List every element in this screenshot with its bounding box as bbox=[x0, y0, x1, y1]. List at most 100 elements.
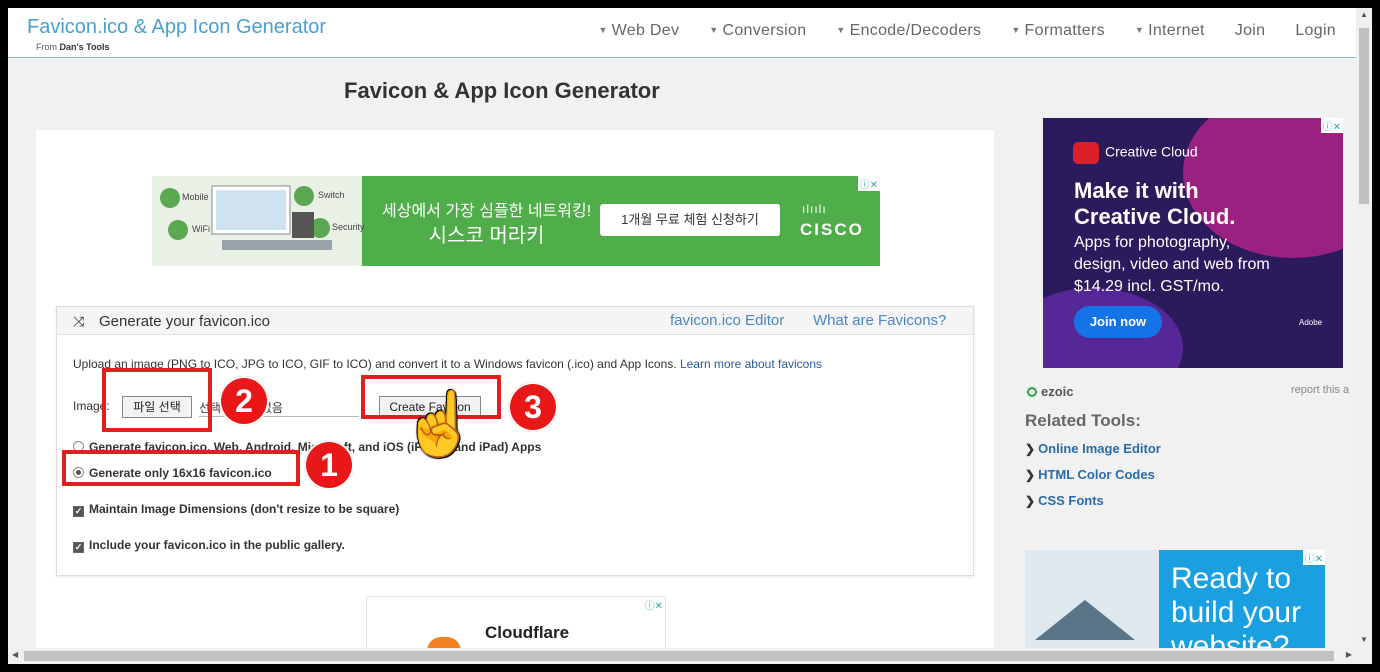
ad-line2: 시스코 머라키 bbox=[428, 225, 545, 247]
creative-cloud-icon bbox=[1073, 142, 1099, 164]
learn-more-link[interactable]: Learn more about favicons bbox=[680, 357, 822, 371]
chevron-right-icon: ❯ bbox=[1025, 442, 1036, 456]
caret-down-icon: ▼ bbox=[598, 25, 608, 35]
brand-subtitle: From Dan's Tools bbox=[36, 42, 110, 52]
site-header: Favicon.ico & App Icon Generator From Da… bbox=[8, 8, 1356, 58]
caret-down-icon: ▼ bbox=[1134, 25, 1145, 35]
cisco-bars-icon: ılıılı bbox=[802, 202, 827, 216]
checkbox-maintain[interactable]: ✓ bbox=[73, 506, 84, 517]
ad-category-wifi: WiFi bbox=[192, 224, 210, 234]
related-label: Online Image Editor bbox=[1038, 441, 1161, 456]
mountain-shape bbox=[1035, 600, 1135, 640]
annotation-box-16x16 bbox=[62, 450, 300, 486]
ad-close-icon[interactable]: ⓘ✕ bbox=[1302, 550, 1325, 565]
ad-build-line2: build your bbox=[1171, 596, 1302, 629]
brand-sub-name[interactable]: Dan's Tools bbox=[60, 42, 110, 52]
ad-close-icon[interactable]: ⓘ✕ bbox=[642, 597, 665, 612]
nav-label: Web Dev bbox=[611, 22, 680, 39]
scroll-thumb[interactable] bbox=[24, 651, 1334, 661]
scroll-left-icon[interactable]: ◀ bbox=[12, 650, 18, 659]
vertical-scrollbar[interactable]: ▲ ▼ bbox=[1356, 8, 1372, 648]
option-gallery-label: Include your favicon.ico in the public g… bbox=[89, 538, 345, 552]
related-label: HTML Color Codes bbox=[1038, 467, 1155, 482]
what-are-favicons-link[interactable]: What are Favicons? bbox=[813, 312, 946, 329]
ad-product-illustration: Mobile Switch WiFi Security bbox=[152, 176, 365, 266]
page-title: Favicon & App Icon Generator bbox=[344, 78, 660, 103]
nav-label: Conversion bbox=[722, 22, 807, 39]
ad-build-copy: Ready to build your website? bbox=[1171, 562, 1301, 650]
ad-close-icon[interactable]: ⓘ✕ bbox=[1320, 118, 1343, 133]
report-ad-link[interactable]: report this a bbox=[1291, 384, 1349, 396]
join-now-button[interactable]: Join now bbox=[1074, 306, 1162, 338]
cc-body-line2: design, video and web from bbox=[1074, 256, 1270, 273]
cc-body: Apps for photography, design, video and … bbox=[1074, 232, 1270, 298]
pointer-hand-icon: ☝ bbox=[401, 390, 479, 459]
related-css-fonts[interactable]: ❯ CSS Fonts bbox=[1025, 493, 1104, 508]
mountain-photo bbox=[1025, 550, 1159, 650]
option-maintain-label: Maintain Image Dimensions (don't resize … bbox=[89, 502, 400, 516]
scroll-up-icon[interactable]: ▲ bbox=[1360, 10, 1368, 19]
nav-login[interactable]: Login bbox=[1295, 22, 1336, 40]
caret-down-icon: ▼ bbox=[1011, 25, 1021, 35]
annotation-box-file-select bbox=[102, 368, 212, 432]
nav-encode-decoders[interactable]: ▼ Encode/Decoders bbox=[836, 22, 981, 40]
nav-join[interactable]: Join bbox=[1235, 22, 1266, 40]
related-html-color-codes[interactable]: ❯ HTML Color Codes bbox=[1025, 467, 1155, 482]
creative-cloud-ad[interactable]: Creative Cloud Make it with Creative Clo… bbox=[1043, 118, 1343, 368]
site-logo[interactable]: Favicon.ico & App Icon Generator bbox=[27, 16, 326, 39]
nav-label: Internet bbox=[1148, 22, 1205, 39]
ad-category-switch: Switch bbox=[318, 190, 345, 200]
option-public-gallery[interactable]: ✓ Include your favicon.ico in the public … bbox=[73, 538, 345, 553]
ad-build-line1: Ready to bbox=[1171, 562, 1292, 595]
main-nav: ▼ Web Dev ▼ Conversion ▼ Encode/Decoders ▼ F… bbox=[568, 22, 1336, 40]
ezoic-icon bbox=[1027, 387, 1037, 397]
cisco-logo: CISCO bbox=[800, 220, 864, 239]
ezoic-badge[interactable]: ezoic bbox=[1027, 384, 1074, 399]
ad-build-line3: website? bbox=[1171, 630, 1290, 650]
nav-label: Formatters bbox=[1024, 22, 1105, 39]
cc-headline-line2: Creative Cloud. bbox=[1074, 204, 1236, 229]
website-builder-ad[interactable]: Ready to build your website? ⓘ✕ bbox=[1025, 550, 1325, 650]
creative-cloud-brand: Creative Cloud bbox=[1073, 142, 1198, 164]
brand-sub-prefix: From bbox=[36, 42, 57, 52]
cc-body-line1: Apps for photography, bbox=[1074, 234, 1231, 251]
scroll-thumb[interactable] bbox=[1359, 28, 1369, 204]
cloudflare-ad[interactable]: Cloudflare ⓘ✕ bbox=[366, 596, 666, 657]
nav-internet[interactable]: ▼ Internet bbox=[1135, 22, 1205, 40]
cc-headline: Make it with Creative Cloud. bbox=[1074, 178, 1235, 230]
related-online-image-editor[interactable]: ❯ Online Image Editor bbox=[1025, 441, 1161, 456]
ad-category-security: Security bbox=[332, 222, 365, 232]
ad-copy: 세상에서 가장 심플한 네트워킹! 시스코 머라키 bbox=[382, 200, 591, 248]
favicon-editor-link[interactable]: favicon.ico Editor bbox=[670, 312, 784, 329]
nav-label: Encode/Decoders bbox=[849, 22, 982, 39]
generator-header: ⤨ Generate your favicon.ico favicon.ico … bbox=[57, 307, 973, 335]
scroll-down-icon[interactable]: ▼ bbox=[1360, 635, 1368, 644]
option-maintain-dimensions[interactable]: ✓ Maintain Image Dimensions (don't resize… bbox=[73, 502, 399, 517]
ad-cta-button[interactable]: 1개월 무료 체험 신청하기 bbox=[600, 204, 780, 236]
nav-conversion[interactable]: ▼ Conversion bbox=[709, 22, 806, 40]
adobe-logo: Adobe bbox=[1299, 318, 1323, 327]
caret-down-icon: ▼ bbox=[709, 25, 719, 35]
related-label: CSS Fonts bbox=[1038, 493, 1104, 508]
chevron-right-icon: ❯ bbox=[1025, 494, 1036, 508]
scroll-right-icon[interactable]: ▶ bbox=[1346, 650, 1352, 659]
nav-web-dev[interactable]: ▼ Web Dev bbox=[598, 22, 679, 40]
annotation-badge-3: 3 bbox=[508, 382, 558, 432]
shuffle-icon: ⤨ bbox=[73, 313, 85, 329]
nav-formatters[interactable]: ▼ Formatters bbox=[1011, 22, 1105, 40]
caret-down-icon: ▼ bbox=[836, 25, 846, 35]
generator-title: Generate your favicon.ico bbox=[99, 313, 270, 330]
browser-viewport: Favicon.ico & App Icon Generator From Da… bbox=[8, 8, 1372, 664]
ad-category-mobile: Mobile bbox=[182, 192, 209, 202]
checkbox-gallery[interactable]: ✓ bbox=[73, 542, 84, 553]
cisco-ad-banner[interactable]: Mobile Switch WiFi Security 세상에서 가장 심플한 … bbox=[152, 176, 880, 266]
annotation-badge-1: 1 bbox=[304, 440, 354, 490]
generator-panel: ⤨ Generate your favicon.ico favicon.ico … bbox=[56, 306, 974, 576]
cc-headline-line1: Make it with bbox=[1074, 178, 1199, 203]
chevron-right-icon: ❯ bbox=[1025, 468, 1036, 482]
ad-close-icon[interactable]: ⓘ✕ bbox=[857, 176, 880, 191]
related-tools-title: Related Tools: bbox=[1025, 411, 1141, 430]
annotation-badge-2: 2 bbox=[219, 376, 269, 426]
horizontal-scrollbar[interactable]: ◀ ▶ bbox=[8, 648, 1372, 664]
cc-body-line3: $14.29 incl. GST/mo. bbox=[1074, 278, 1225, 295]
